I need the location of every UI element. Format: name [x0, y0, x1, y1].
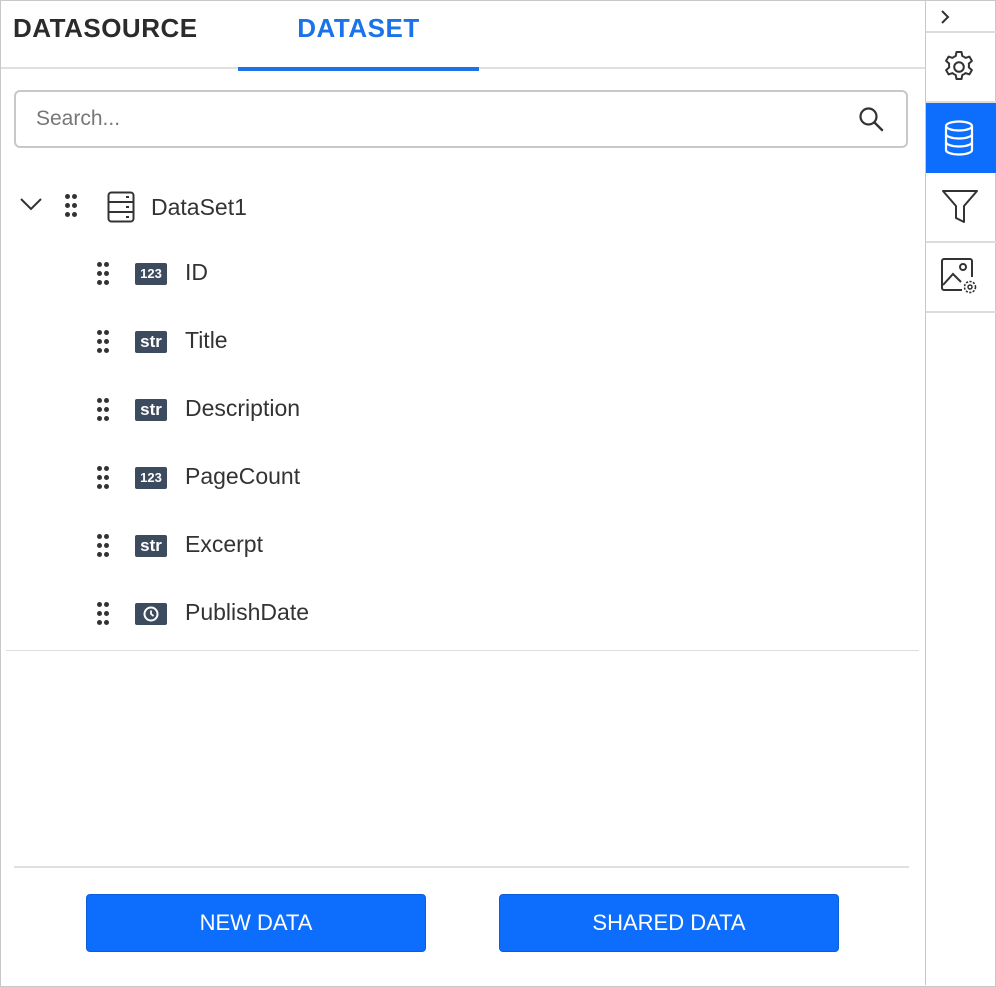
- tree-field-row[interactable]: str Title: [1, 307, 919, 375]
- drag-handle-icon[interactable]: [97, 466, 109, 490]
- image-settings-icon: [941, 258, 977, 294]
- tree-field-row[interactable]: str Description: [1, 375, 919, 443]
- drag-handle-icon[interactable]: [97, 330, 109, 354]
- footer-divider: [14, 866, 909, 868]
- string-type-icon: str: [135, 535, 167, 557]
- drag-handle-icon[interactable]: [97, 534, 109, 558]
- properties-button[interactable]: [926, 33, 996, 103]
- search-box: [14, 90, 908, 148]
- new-data-button[interactable]: NEW DATA: [86, 894, 426, 952]
- chevron-down-icon[interactable]: [20, 197, 42, 211]
- tree-field-row[interactable]: 123 ID: [1, 239, 919, 307]
- database-icon: [944, 120, 974, 156]
- drag-handle-icon[interactable]: [97, 602, 109, 626]
- filter-icon: [942, 190, 978, 223]
- field-label: ID: [185, 259, 208, 285]
- tab-bar: DATASOURCE DATASET: [1, 1, 925, 71]
- string-type-icon: str: [135, 399, 167, 421]
- number-type-icon: 123: [135, 263, 167, 285]
- string-type-icon: str: [135, 331, 167, 353]
- dataset-table-icon: [107, 191, 135, 223]
- data-button[interactable]: [926, 103, 996, 173]
- field-label: PageCount: [185, 463, 301, 489]
- search-input[interactable]: [36, 102, 836, 136]
- clock-type-icon: [135, 603, 167, 625]
- side-rail: [925, 1, 996, 985]
- data-panel: DATASOURCE DATASET Search... DataSet1 12…: [1, 1, 925, 985]
- drag-handle-icon[interactable]: [97, 398, 109, 422]
- tree-field-row[interactable]: str Excerpt: [1, 511, 919, 579]
- tab-dataset[interactable]: DATASET: [238, 1, 479, 71]
- tree-field-row[interactable]: PublishDate: [1, 579, 919, 647]
- tab-datasource[interactable]: DATASOURCE: [1, 1, 238, 69]
- chevron-right-icon: [941, 10, 950, 24]
- field-label: PublishDate: [185, 599, 310, 625]
- filter-button[interactable]: [926, 173, 996, 243]
- search-icon[interactable]: [858, 106, 884, 132]
- tree-dataset-row[interactable]: DataSet1: [1, 171, 919, 239]
- tree-field-row[interactable]: 123 PageCount: [1, 443, 919, 511]
- image-settings-button[interactable]: [926, 243, 996, 313]
- number-type-icon: 123: [135, 467, 167, 489]
- drag-handle-icon[interactable]: [97, 262, 109, 286]
- drag-handle-icon[interactable]: [65, 194, 77, 218]
- tree-divider: [6, 650, 919, 651]
- field-label: Excerpt: [185, 531, 263, 557]
- dataset-label: DataSet1: [151, 194, 247, 220]
- field-label: Description: [185, 395, 301, 421]
- collapse-button[interactable]: [926, 1, 996, 33]
- shared-data-button[interactable]: SHARED DATA: [499, 894, 839, 952]
- gear-icon: [945, 51, 973, 80]
- field-label: Title: [185, 327, 228, 353]
